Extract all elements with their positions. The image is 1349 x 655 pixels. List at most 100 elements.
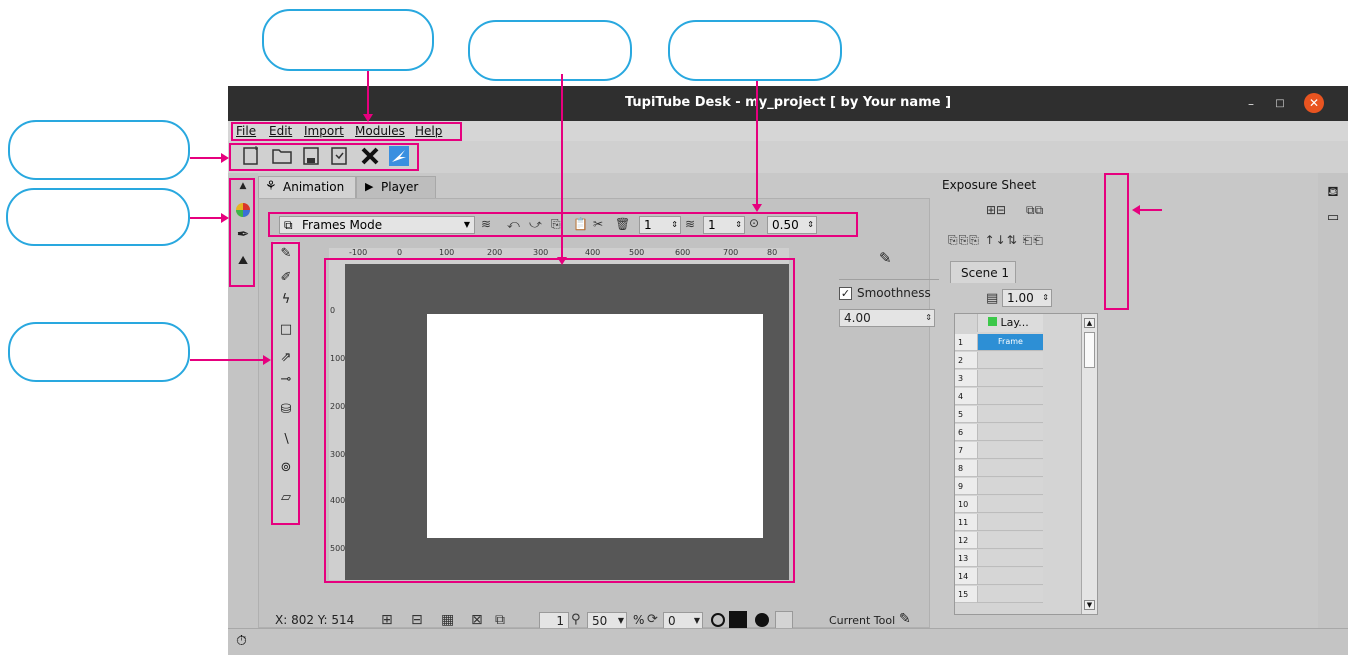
zoom-value: 50 [592,614,608,628]
row-number: 5 [955,406,977,423]
highlight-left-modules [229,178,255,287]
highlight-menu-bar [231,122,462,141]
row-number: 11 [955,514,977,531]
pencil-icon: ✎ [879,249,892,267]
row-number: 4 [955,388,977,405]
ruler-tick: 0 [397,248,403,257]
exposure-grid[interactable]: Lay... 1 Frame 2 3 4 5 6 7 8 9 10 11 12 13 14 15 ▲ ▼ [954,313,1098,615]
frame-cell[interactable] [977,568,1043,585]
animation-icon: ⚘ [265,179,277,194]
ruler-tick: 700 [723,248,739,257]
fill-color-swatch[interactable] [775,611,793,629]
tab-scene-1[interactable]: Scene 1 [950,261,1016,283]
fill-style-icon[interactable] [755,613,769,627]
callout-tools [8,322,190,382]
frame-cell[interactable] [977,406,1043,423]
frame-cell[interactable] [977,550,1043,567]
smoothness-checkbox[interactable]: ✓ [839,287,852,300]
frame-cell[interactable] [977,586,1043,603]
layers-icon[interactable]: ⧉ [495,612,505,628]
arrow-left-modules [221,213,229,223]
frame-cell[interactable]: Frame [977,334,1043,351]
frame-cell[interactable] [977,388,1043,405]
frame-cell[interactable] [977,460,1043,477]
frame-value: 1 [556,614,564,628]
ruler-tick: -100 [349,248,368,257]
grid-icon[interactable]: ⊞ [381,612,393,628]
frame-cell[interactable] [977,424,1043,441]
frame-cell[interactable] [977,352,1043,369]
maximize-button[interactable]: □ [1271,95,1289,113]
ruler-tick: 600 [675,248,691,257]
scroll-up-icon[interactable]: ▲ [1084,318,1095,328]
frame-cell[interactable] [977,442,1043,459]
tab-player[interactable]: ▶ Player [356,176,436,198]
subgrid-icon[interactable]: ▦ [441,612,454,628]
stroke-color-swatch[interactable] [729,611,747,629]
chevron-down-icon: ▼ [617,616,624,625]
arrow-right-modules [1132,205,1140,215]
fullscreen-icon[interactable]: ⊠ [471,612,483,628]
zoom-unit: % [633,613,645,627]
row-number: 13 [955,550,977,567]
ruler-tick: 400 [585,248,601,257]
connector-canvas [561,74,563,260]
arrow-toolbar [221,153,229,163]
frame-cell[interactable] [977,478,1043,495]
spin-arrows-icon: ⇕ [925,313,932,322]
chevron-down-icon: ▼ [693,616,700,625]
ruler-tick: 500 [629,248,645,257]
scene-tab-label: Scene 1 [961,266,1010,280]
scroll-down-icon[interactable]: ▼ [1084,600,1095,610]
time-icon[interactable]: ⏱ [236,633,247,649]
frame-actions-icon[interactable]: ⎘⎘⎘ ↑↓⇅ ⎗⎗ [948,233,1044,248]
right-module-strip: ⛾ ▭ [1318,173,1348,628]
smoothness-value: 4.00 [844,311,871,325]
stroke-style-icon[interactable] [711,613,725,627]
timeline-icon[interactable]: ▭ [1324,209,1342,227]
rulers-icon[interactable]: ⊟ [411,612,423,628]
frame-cell[interactable] [977,514,1043,531]
smoothness-spin[interactable]: 4.00 ⇕ [839,309,935,327]
row-number: 2 [955,352,977,369]
tab-animation[interactable]: ⚘ Animation [258,176,356,198]
connector-mode-bar [756,81,758,206]
minimize-button[interactable]: – [1242,95,1260,113]
callout-left-modules [6,188,190,246]
tool-properties: ✎ ✓ Smoothness 4.00 ⇕ [839,239,939,359]
frame-cell[interactable] [977,496,1043,513]
row-number: 3 [955,370,977,387]
fps-spin[interactable]: 1.00 ⇕ [1002,289,1052,307]
row-number: 15 [955,586,977,603]
connector-toolbar [190,157,223,159]
frame-cell[interactable] [977,370,1043,387]
fps-value: 1.00 [1007,291,1034,305]
highlight-mode-bar [268,212,858,237]
ruler-tick: 300 [533,248,549,257]
add-layer-icon[interactable]: ⊞⊟ [986,203,1006,217]
callout-workspace [468,20,632,81]
connector-tools [190,359,265,361]
layer-header[interactable]: Lay... [977,314,1043,332]
current-tool-label: Current Tool [829,614,896,627]
callout-menu [262,9,434,71]
scroll-thumb[interactable] [1084,332,1095,368]
highlight-canvas [324,258,795,583]
spin-arrows-icon: ⇕ [1042,293,1049,302]
close-button[interactable]: ✕ [1304,93,1324,113]
highlight-tools [271,242,300,525]
layer-label: Lay... [1000,316,1029,329]
grid-scrollbar[interactable]: ▲ ▼ [1081,314,1097,614]
arrow-canvas [557,257,567,265]
fps-icon: ▤ [986,291,999,306]
arrow-menu [363,114,373,122]
tab-animation-label: Animation [283,180,345,194]
frame-cell[interactable] [977,532,1043,549]
zoom-icon: ⚲ [571,612,581,627]
rotation-value: 0 [668,614,676,628]
pencil-icon: ✎ [899,611,911,627]
exposure-sheet-icon[interactable]: ⛾ [1324,183,1342,201]
add-scene-icon[interactable]: ⧉⧉ [1026,203,1043,218]
layer-visible-icon [988,317,997,326]
exposure-title: Exposure Sheet [942,178,1037,192]
